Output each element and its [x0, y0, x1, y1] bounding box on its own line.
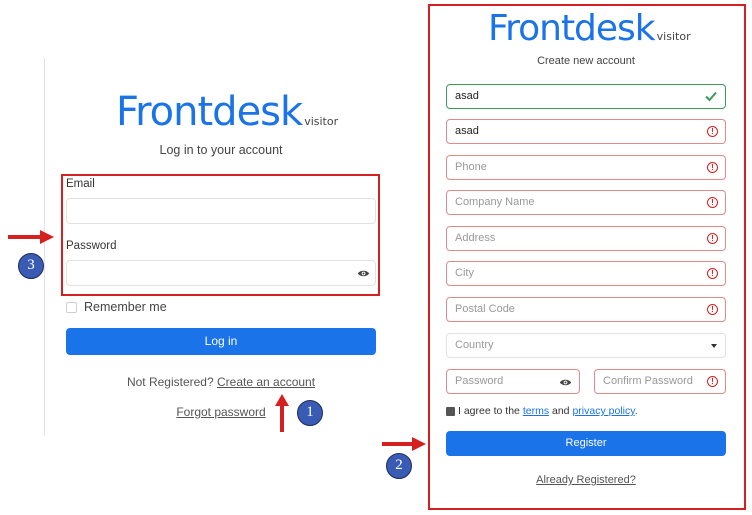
city-input[interactable]: City ! [446, 261, 726, 286]
register-password-placeholder: Password [455, 375, 504, 387]
error-icon: ! [707, 376, 718, 387]
agree-prefix: I agree to the [458, 405, 520, 417]
address-input[interactable]: Address ! [446, 226, 726, 251]
last-name-input[interactable]: asad ! [446, 119, 726, 144]
login-logo-main: Frontdesk [116, 89, 303, 135]
confirm-password-input[interactable]: Confirm Password ! [594, 369, 726, 394]
caret-down-icon [711, 344, 717, 348]
login-logo: Frontdesk visitor [116, 89, 338, 135]
company-placeholder: Company Name [455, 196, 535, 208]
check-icon [705, 91, 717, 102]
agree-text: I agree to the terms and privacy policy. [458, 405, 638, 417]
terms-link[interactable]: terms [523, 405, 549, 417]
remember-me-checkbox[interactable] [66, 302, 77, 313]
error-icon: ! [707, 126, 718, 137]
annotation-badge-3: 3 [18, 253, 44, 279]
agree-and: and [551, 405, 570, 417]
company-name-input[interactable]: Company Name ! [446, 190, 726, 215]
register-password-input[interactable]: Password [446, 369, 580, 394]
arrow-right-icon [382, 437, 426, 451]
already-registered-link[interactable]: Already Registered? [446, 474, 726, 486]
register-subtitle: Create new account [537, 55, 635, 67]
register-logo-main: Frontdesk [488, 8, 656, 49]
register-button[interactable]: Register [446, 431, 726, 456]
register-logo-sub: visitor [656, 30, 691, 43]
arrow-right-icon [8, 230, 54, 244]
login-panel-divider [44, 58, 45, 436]
country-placeholder: Country [455, 339, 494, 351]
first-name-input[interactable]: asad [446, 84, 726, 109]
login-subtitle: Log in to your account [159, 143, 283, 157]
privacy-policy-link[interactable]: privacy policy [572, 405, 634, 417]
remember-me-label: Remember me [84, 300, 167, 314]
first-name-value: asad [455, 90, 479, 102]
email-input[interactable] [66, 198, 376, 224]
agree-checkbox[interactable] [446, 407, 455, 416]
email-label: Email [66, 178, 95, 190]
postal-code-input[interactable]: Postal Code ! [446, 297, 726, 322]
error-icon: ! [707, 304, 718, 315]
password-label: Password [66, 240, 117, 252]
agree-suffix: . [634, 405, 638, 417]
forgot-password-link[interactable]: Forgot password [66, 405, 376, 419]
phone-input[interactable]: Phone ! [446, 155, 726, 180]
error-icon: ! [707, 233, 718, 244]
eye-icon[interactable] [357, 269, 370, 278]
not-registered-text: Not Registered? [126, 375, 214, 389]
last-name-value: asad [455, 125, 479, 137]
address-placeholder: Address [455, 232, 496, 244]
password-input[interactable] [66, 260, 376, 286]
phone-placeholder: Phone [455, 161, 487, 173]
confirm-password-placeholder: Confirm Password [603, 375, 693, 387]
error-icon: ! [707, 268, 718, 279]
city-placeholder: City [455, 267, 474, 279]
country-select[interactable]: Country [446, 333, 726, 358]
login-button[interactable]: Log in [66, 328, 376, 355]
annotation-badge-1: 1 [297, 400, 323, 426]
eye-icon[interactable] [559, 378, 572, 387]
error-icon: ! [707, 162, 718, 173]
register-logo: Frontdesk visitor [488, 8, 691, 49]
error-icon: ! [707, 197, 718, 208]
not-registered-line: Not Registered? Create an account [66, 375, 376, 389]
annotation-badge-2: 2 [386, 453, 412, 479]
arrow-up-icon [275, 394, 289, 432]
login-logo-sub: visitor [304, 115, 339, 128]
postal-placeholder: Postal Code [455, 303, 515, 315]
create-account-link[interactable]: Create an account [217, 375, 315, 389]
